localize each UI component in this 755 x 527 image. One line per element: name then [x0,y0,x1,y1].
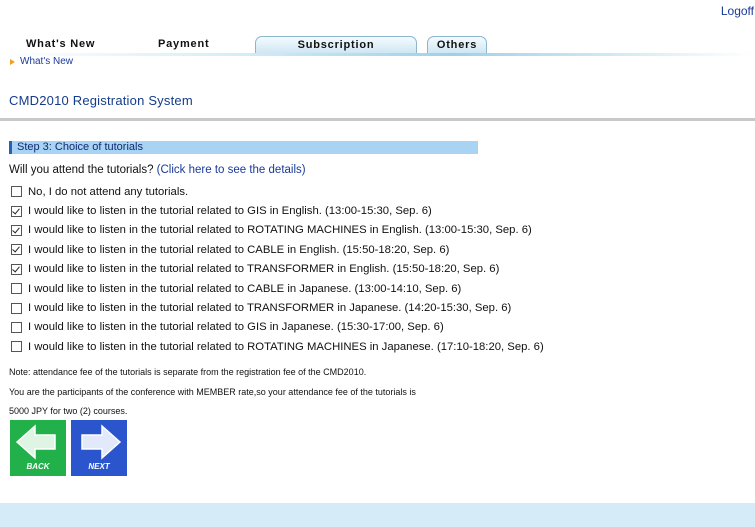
logoff-link[interactable]: Logoff [721,4,754,18]
tutorial-checkbox[interactable] [11,224,22,236]
tutorial-options: No, I do not attend any tutorials. I woul… [11,182,544,357]
fee-notes: Note: attendance fee of the tutorials is… [9,363,416,422]
tutorial-checkbox[interactable] [11,341,22,353]
tab-payment[interactable]: Payment [158,36,209,52]
next-label: NEXT [88,462,110,471]
tutorial-option[interactable]: I would like to listen in the tutorial r… [11,240,544,259]
tutorial-option-label: I would like to listen in the tutorial r… [28,321,444,334]
tutorial-option[interactable]: I would like to listen in the tutorial r… [11,337,544,356]
arrow-right-icon [10,58,15,65]
tab-bar-baseline [0,53,755,56]
title-divider [0,118,755,121]
next-button[interactable]: NEXT [71,420,127,476]
details-link[interactable]: (Click here to see the details) [157,164,306,176]
note-line: You are the participants of the conferen… [9,386,416,397]
tutorial-option[interactable]: No, I do not attend any tutorials. [11,182,544,201]
note-line: 5000 JPY for two (2) courses. [9,406,128,416]
tutorial-option-label: No, I do not attend any tutorials. [28,185,189,198]
tutorial-checkbox[interactable] [11,263,22,275]
tutorial-option[interactable]: I would like to listen in the tutorial r… [11,221,544,240]
tutorial-option[interactable]: I would like to listen in the tutorial r… [11,260,544,279]
tutorial-option[interactable]: I would like to listen in the tutorial r… [11,279,544,298]
tutorial-option-label: I would like to listen in the tutorial r… [28,302,512,315]
tutorial-option-label: I would like to listen in the tutorial r… [28,340,544,353]
tutorial-checkbox[interactable] [11,244,22,256]
page-title: CMD2010 Registration System [9,93,193,108]
breadcrumb-whats-new[interactable]: What's New [20,56,73,67]
breadcrumb: What's New [10,56,73,67]
back-button[interactable]: BACK [10,420,66,476]
tutorial-option-label: I would like to listen in the tutorial r… [28,243,450,256]
back-label: BACK [26,462,50,471]
tutorial-checkbox[interactable] [11,302,22,314]
tutorial-checkbox[interactable] [11,186,22,198]
tutorial-option[interactable]: I would like to listen in the tutorial r… [11,318,544,337]
main-tab-bar: What's New Payment Subscription Others [0,34,755,56]
tutorial-option-label: I would like to listen in the tutorial r… [28,205,432,218]
tutorial-question: Will you attend the tutorials? (Click he… [9,164,306,176]
tutorial-checkbox[interactable] [11,283,22,295]
footer-band [0,503,755,527]
note-line: Note: attendance fee of the tutorials is… [9,367,367,377]
question-text: Will you attend the tutorials? [9,164,157,176]
tutorial-option-label: I would like to listen in the tutorial r… [28,224,532,237]
tab-whats-new[interactable]: What's New [26,36,95,52]
tab-others[interactable]: Others [427,36,487,53]
tutorial-checkbox[interactable] [11,321,22,333]
tutorial-checkbox[interactable] [11,205,22,217]
tutorial-option-label: I would like to listen in the tutorial r… [28,282,462,295]
step-header: Step 3: Choice of tutorials [9,141,478,154]
tutorial-option-label: I would like to listen in the tutorial r… [28,263,500,276]
tutorial-option[interactable]: I would like to listen in the tutorial r… [11,298,544,317]
tab-subscription[interactable]: Subscription [255,36,417,53]
tutorial-option[interactable]: I would like to listen in the tutorial r… [11,201,544,220]
